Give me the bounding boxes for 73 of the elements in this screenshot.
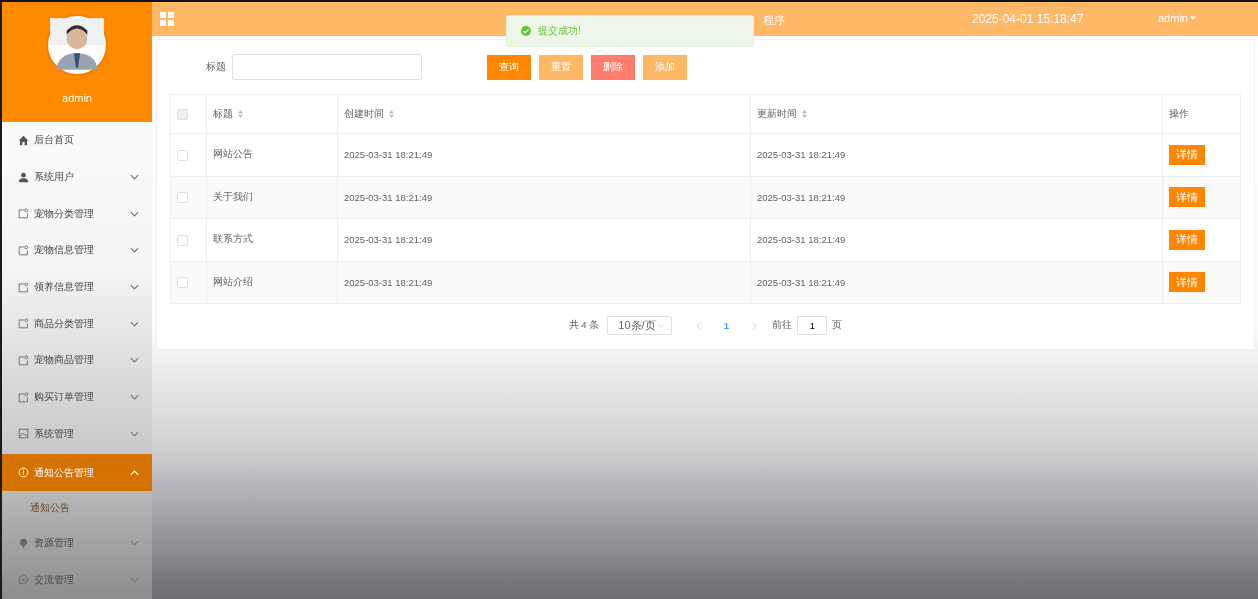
column-header: 标题 bbox=[213, 107, 233, 121]
detail-button[interactable]: 详情 bbox=[1169, 229, 1205, 250]
goto-label: 前往 bbox=[772, 319, 793, 332]
field-label: 标题 bbox=[205, 60, 226, 74]
home-icon bbox=[18, 134, 29, 146]
column-header: 操作 bbox=[1169, 107, 1189, 121]
date-time: 2025-04-01 15:18:47 bbox=[972, 12, 1084, 26]
table-cell: 2025-03-31 18:21:49 bbox=[757, 191, 846, 203]
chat-icon bbox=[18, 574, 29, 586]
table-cell: 2025-03-31 18:21:49 bbox=[757, 234, 846, 246]
total-count: 共 4 条 bbox=[568, 319, 600, 332]
submenu-item[interactable]: 通知公告 bbox=[2, 490, 152, 525]
sidebar-item[interactable]: 资源管理 bbox=[2, 524, 152, 562]
column-header: 更新时间 bbox=[757, 107, 797, 121]
table-cell: 联系方式 bbox=[213, 233, 253, 245]
detail-button[interactable]: 详情 bbox=[1169, 144, 1205, 165]
document-icon bbox=[18, 281, 29, 293]
checkbox[interactable] bbox=[177, 277, 188, 289]
user-name: admin bbox=[62, 92, 92, 104]
sidebar-item[interactable]: 宠物信息管理 bbox=[2, 232, 152, 269]
action-button[interactable]: 查询 bbox=[487, 54, 531, 80]
document-icon bbox=[18, 391, 29, 403]
sidebar-item[interactable]: 通知公告管理 bbox=[2, 454, 152, 491]
chevron-left-icon bbox=[695, 321, 701, 330]
page-suffix: 页 bbox=[832, 319, 843, 332]
table-cell: 2025-03-31 18:21:49 bbox=[344, 276, 433, 288]
toast-message: 提交成功! bbox=[538, 24, 581, 38]
table-cell: 2025-03-31 18:21:49 bbox=[344, 234, 433, 246]
table-cell: 关于我们 bbox=[213, 190, 253, 202]
sidebar-item[interactable]: 后台首页 bbox=[2, 122, 152, 159]
page-input[interactable]: 1 bbox=[797, 316, 828, 335]
detail-button[interactable]: 详情 bbox=[1169, 187, 1205, 208]
table-cell: 2025-03-31 18:21:49 bbox=[757, 149, 846, 161]
sidebar-item[interactable]: 商品分类管理 bbox=[2, 305, 152, 343]
sidebar-item[interactable]: 交流管理 bbox=[2, 561, 152, 599]
sidebar-item[interactable]: 宠物分类管理 bbox=[2, 195, 152, 233]
sidebar-item[interactable]: 系统用户 bbox=[2, 158, 152, 196]
document-icon bbox=[18, 244, 29, 256]
sidebar-item[interactable]: 宠物商品管理 bbox=[2, 342, 152, 379]
caret-down-icon bbox=[1189, 16, 1196, 20]
menu-icon[interactable] bbox=[160, 12, 174, 26]
alert-icon bbox=[18, 467, 29, 479]
sidebar-item[interactable]: 领养信息管理 bbox=[2, 268, 152, 306]
image-icon bbox=[18, 428, 29, 440]
table-cell: 2025-03-31 18:21:49 bbox=[757, 276, 846, 288]
checkbox[interactable] bbox=[177, 192, 188, 204]
app-title: 程序 bbox=[763, 13, 785, 28]
check-circle-icon bbox=[521, 26, 531, 36]
sidebar-item[interactable]: 购买订单管理 bbox=[2, 378, 152, 416]
checkbox[interactable] bbox=[177, 149, 188, 161]
sort-icon bbox=[389, 110, 394, 118]
page-number[interactable]: 1 bbox=[716, 320, 737, 331]
table-cell: 网站公告 bbox=[213, 148, 253, 160]
page-size-select[interactable]: 10条/页 bbox=[607, 316, 673, 335]
chevron-down-icon bbox=[658, 323, 666, 328]
table-cell: 2025-03-31 18:21:49 bbox=[344, 149, 433, 161]
sort-icon bbox=[802, 110, 807, 118]
title-input[interactable] bbox=[232, 54, 422, 80]
sort-icon bbox=[238, 110, 243, 118]
action-button[interactable]: 删除 bbox=[591, 54, 635, 80]
sidebar-item[interactable]: 系统管理 bbox=[2, 415, 152, 453]
pin-icon bbox=[18, 537, 29, 549]
checkbox[interactable] bbox=[177, 109, 188, 120]
document-icon bbox=[18, 318, 29, 330]
document-icon bbox=[18, 208, 29, 220]
table-cell: 2025-03-31 18:21:49 bbox=[344, 191, 433, 203]
detail-button[interactable]: 详情 bbox=[1169, 272, 1205, 293]
chevron-right-icon bbox=[751, 321, 757, 330]
checkbox[interactable] bbox=[177, 234, 188, 246]
table-cell: 网站介绍 bbox=[213, 275, 253, 287]
column-header: 创建时间 bbox=[344, 107, 384, 121]
user-icon bbox=[18, 171, 29, 183]
document-icon bbox=[18, 354, 29, 366]
